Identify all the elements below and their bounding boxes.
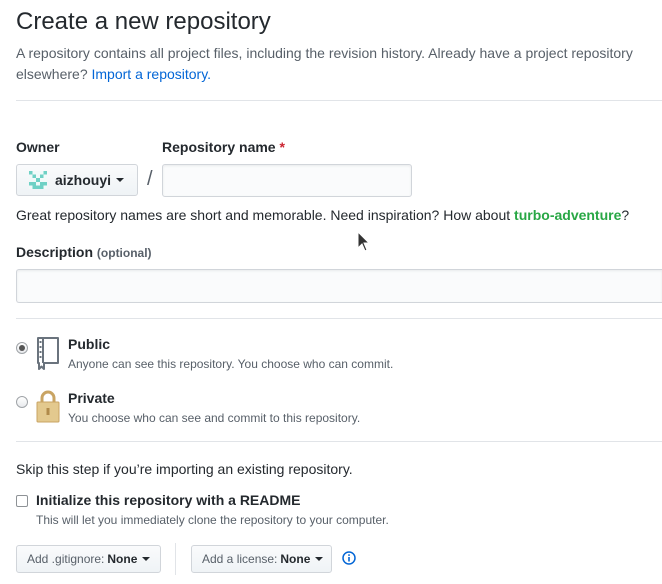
private-radio[interactable] xyxy=(16,396,28,408)
description-input[interactable] xyxy=(16,269,662,303)
readme-desc: This will let you immediately clone the … xyxy=(36,513,389,527)
gitignore-value: None xyxy=(107,552,138,566)
repo-book-icon xyxy=(37,337,59,370)
owner-select-button[interactable]: aizhouyi xyxy=(16,164,138,196)
chevron-down-icon xyxy=(142,557,151,561)
license-select-button[interactable]: Add a license: None xyxy=(191,545,332,573)
repository-name-label: Repository name * xyxy=(162,139,285,155)
owner-name: aizhouyi xyxy=(55,172,112,188)
license-label: Add a license: xyxy=(202,552,278,566)
owner-avatar-icon xyxy=(29,171,47,189)
skip-step-text: Skip this step if you’re importing an ex… xyxy=(16,461,353,477)
private-option-desc: You choose who can see and commit to thi… xyxy=(68,411,361,425)
page-subtitle: A repository contains all project files,… xyxy=(16,43,656,85)
import-repository-link[interactable]: Import a repository. xyxy=(92,66,212,82)
private-option-title: Private xyxy=(68,390,115,406)
hint-text: Great repository names are short and mem… xyxy=(16,207,511,223)
visibility-divider xyxy=(16,441,662,442)
new-repository-page: Create a new repository A repository con… xyxy=(16,0,662,584)
description-label-text: Description xyxy=(16,244,94,260)
lock-icon xyxy=(36,390,60,423)
repository-name-label-text: Repository name xyxy=(162,139,276,155)
public-option-title: Public xyxy=(68,336,111,352)
owner-label: Owner xyxy=(16,139,60,155)
required-mark: * xyxy=(279,139,285,155)
chevron-down-icon xyxy=(315,557,324,561)
chevron-down-icon xyxy=(116,178,125,182)
gitignore-select-button[interactable]: Add .gitignore: None xyxy=(16,545,161,573)
repository-name-hint: Great repository names are short and mem… xyxy=(16,207,629,223)
header-divider xyxy=(16,100,662,101)
info-icon[interactable] xyxy=(342,551,356,565)
repository-name-input[interactable] xyxy=(162,164,412,197)
optional-tag: (optional) xyxy=(96,246,152,260)
description-divider xyxy=(16,318,662,319)
description-label: Description (optional) xyxy=(16,244,152,260)
gitignore-label: Add .gitignore: xyxy=(27,552,105,566)
hint-suffix: ? xyxy=(621,207,630,223)
readme-checkbox[interactable] xyxy=(16,495,28,507)
select-separator xyxy=(175,543,176,575)
mouse-cursor-icon xyxy=(357,231,371,252)
license-value: None xyxy=(280,552,311,566)
page-title: Create a new repository xyxy=(16,8,271,35)
public-option-desc: Anyone can see this repository. You choo… xyxy=(68,357,394,371)
readme-label[interactable]: Initialize this repository with a README xyxy=(36,492,300,508)
name-suggestion-link[interactable]: turbo-adventure xyxy=(514,207,621,223)
public-radio[interactable] xyxy=(16,342,28,354)
owner-repo-separator: / xyxy=(147,168,153,190)
